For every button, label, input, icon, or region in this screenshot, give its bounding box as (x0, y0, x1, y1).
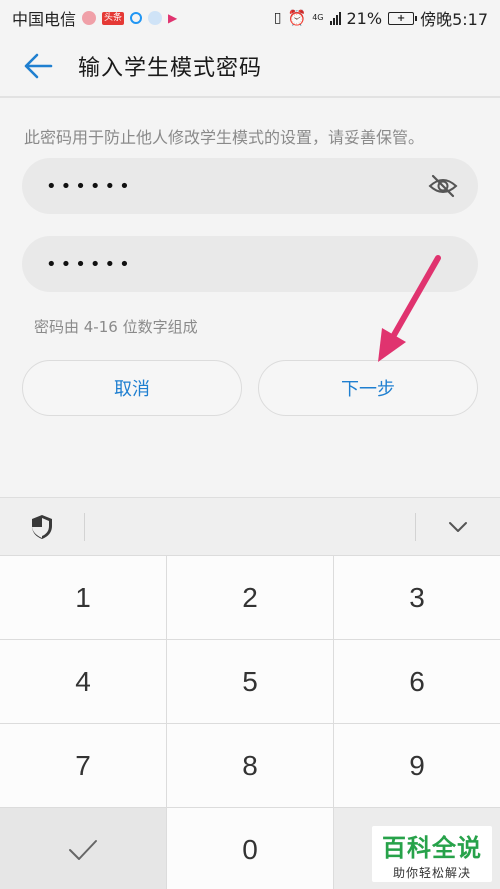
battery-charging-icon: + (388, 11, 418, 25)
key-0[interactable]: 0 (167, 808, 333, 889)
status-right: ▯ ⏰ 4G 21% + 傍晚5:17 (274, 6, 488, 30)
password-rule: 密码由 4-16 位数字组成 (34, 318, 198, 336)
key-9[interactable]: 9 (334, 724, 500, 807)
vibrate-icon: ▯ (273, 10, 282, 26)
alarm-icon: ⏰ (287, 9, 307, 27)
page-title: 输入学生模式密码 (78, 56, 263, 81)
network-label: 4G (312, 13, 324, 22)
keyboard-toolbar (0, 497, 500, 555)
notification-ring-icon (130, 12, 143, 24)
weibo-icon (82, 11, 97, 25)
password-value: •••••• (46, 175, 134, 197)
title-bar: 输入学生模式密码 (0, 36, 500, 98)
shield-icon (32, 514, 52, 539)
key-5[interactable]: 5 (167, 640, 333, 723)
key-6[interactable]: 6 (334, 640, 500, 723)
key-3[interactable]: 3 (334, 556, 500, 639)
eye-slash-icon[interactable] (428, 172, 458, 200)
status-bar: 中国电信 头条 ▶ ▯ ⏰ 4G 21% + 傍晚5:17 (0, 0, 500, 36)
watermark-logo: 百科全说 助你轻松解决 (372, 826, 492, 882)
watermark-title: 百科全说 (382, 833, 482, 862)
annotation-arrow-icon (378, 255, 441, 362)
network-type: 4G (312, 14, 323, 22)
signal-icon (329, 11, 341, 25)
clock: 傍晚5:17 (420, 10, 488, 29)
key-7[interactable]: 7 (0, 724, 166, 807)
chevron-down-icon (449, 522, 467, 532)
check-icon (69, 839, 97, 860)
key-1[interactable]: 1 (0, 556, 166, 639)
confirm-password-value: •••••• (46, 253, 134, 275)
back-button[interactable] (8, 35, 68, 97)
status-left: 中国电信 头条 ▶ (12, 6, 177, 30)
key-4[interactable]: 4 (0, 640, 166, 723)
play-icon: ▶ (168, 11, 178, 25)
key-2[interactable]: 2 (167, 556, 333, 639)
news-badge: 头条 (102, 11, 125, 25)
secure-keyboard-shield (0, 498, 84, 556)
watermark-subtitle: 助你轻松解决 (392, 865, 471, 880)
battery-percent: 21% (346, 8, 383, 28)
toolbar-divider-right (415, 513, 416, 541)
password-hint: 此密码用于防止他人修改学生模式的设置，请妥善保管。 (24, 128, 425, 147)
toolbar-divider (84, 512, 85, 541)
cancel-button[interactable]: 取消 (22, 360, 242, 416)
done-key[interactable] (0, 808, 166, 889)
app-bubble-icon (148, 11, 163, 25)
password-input[interactable]: •••••• (22, 158, 478, 214)
carrier-name: 中国电信 (12, 10, 77, 29)
key-8[interactable]: 8 (167, 724, 333, 807)
collapse-keyboard-button[interactable] (436, 512, 480, 542)
arrow-left-icon (24, 53, 53, 79)
